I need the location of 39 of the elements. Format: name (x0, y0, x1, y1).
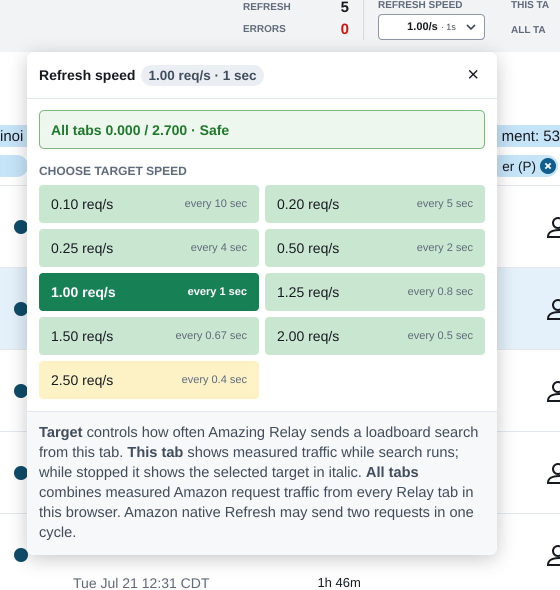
close-button[interactable]: × (461, 64, 485, 86)
speed-option[interactable]: 0.20 req/s every 5 sec (265, 185, 485, 223)
speed-option[interactable]: 2.00 req/s every 0.5 sec (265, 317, 485, 355)
section-heading: CHOOSE TARGET SPEED (39, 164, 188, 178)
person-icon (546, 216, 560, 238)
stat-value: 5 (340, 0, 349, 16)
stat-value: 0 (340, 20, 349, 38)
stat-label: THIS TA (511, 0, 550, 11)
person-icon (546, 298, 560, 320)
chevron-icon (466, 24, 476, 30)
badge-icon (14, 384, 28, 398)
speed-option[interactable]: 0.50 req/s every 2 sec (265, 229, 485, 267)
close-icon[interactable] (540, 158, 556, 174)
badge-icon (14, 220, 28, 234)
speed-select[interactable]: 1.00/s · 1s (378, 14, 485, 40)
current-speed-badge: 1.00 req/s · 1 sec (141, 64, 264, 86)
stat-label: ALL TA (511, 25, 547, 36)
person-icon (546, 380, 560, 402)
banner-text: inoi (0, 128, 24, 144)
speed-option[interactable]: 0.25 req/s every 4 sec (39, 229, 259, 267)
duration-text: 1h 46m (317, 575, 361, 590)
person-icon (546, 462, 560, 484)
badge-icon (14, 548, 28, 562)
speed-option[interactable]: 1.25 req/s every 0.8 sec (265, 273, 485, 311)
speed-option[interactable]: 2.50 req/s every 0.4 sec (39, 361, 259, 399)
popover-title: Refresh speed (39, 67, 136, 83)
stat-label: REFRESH SPEED (378, 0, 464, 11)
speed-option[interactable]: 1.00 req/s every 1 sec (39, 273, 259, 311)
status-banner: All tabs 0.000 / 2.700 · Safe (39, 110, 485, 149)
speed-option[interactable]: 0.10 req/s every 10 sec (39, 185, 259, 223)
banner-text: ment: 53 (502, 128, 560, 144)
help-text: Target controls how often Amazing Relay sends a loadboard search from this tab. This tab shows measured traffic while search runs; while stopped it shows the selected target in italic. All tabs combines measured Amazon request traffic from every Relay tab in this browser. Amazon native Refresh may send two requests in one cycle. (39, 424, 480, 543)
stat-label: ERRORS (243, 24, 286, 34)
person-icon (546, 544, 560, 566)
date-text: Tue Jul 21 12:31 CDT (73, 575, 210, 590)
stat-label: REFRESH (243, 2, 291, 12)
badge-icon (14, 466, 28, 480)
speed-option[interactable]: 1.50 req/s every 0.67 sec (39, 317, 259, 355)
badge-icon (14, 302, 28, 316)
